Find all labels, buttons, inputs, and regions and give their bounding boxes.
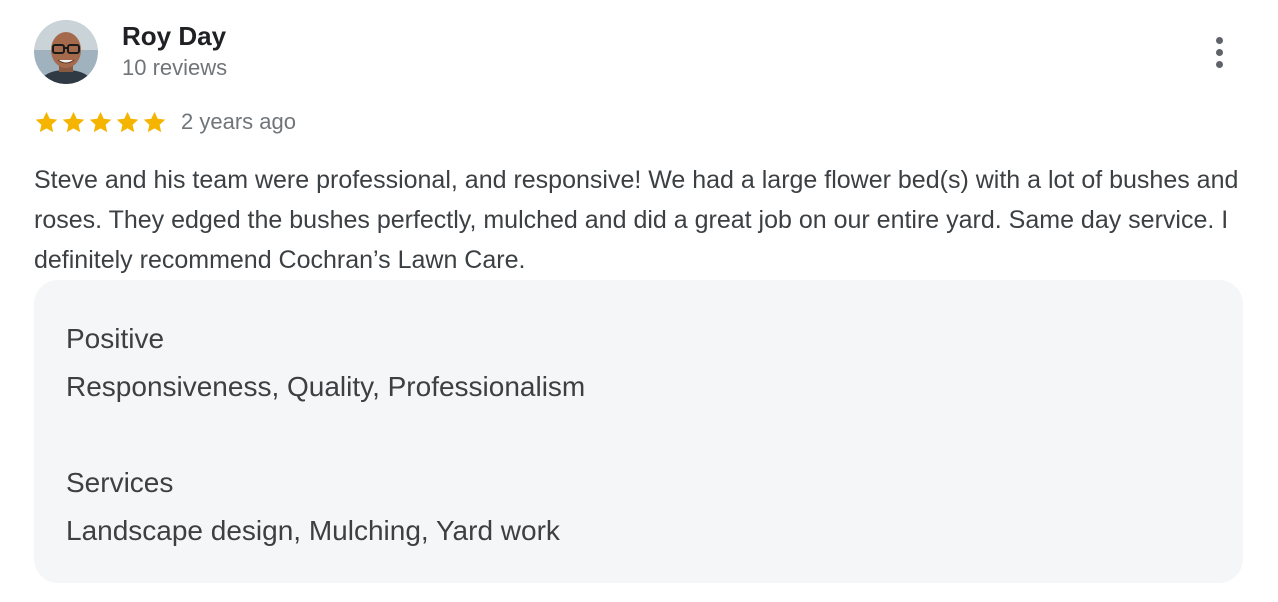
star-icon bbox=[116, 111, 139, 132]
more-options-button[interactable] bbox=[1200, 30, 1238, 74]
rating-row: 2 years ago bbox=[34, 106, 296, 138]
avatar[interactable] bbox=[34, 20, 98, 84]
author-name[interactable]: Roy Day bbox=[122, 20, 227, 52]
author-review-count: 10 reviews bbox=[122, 55, 228, 80]
avatar-image bbox=[34, 20, 98, 84]
more-vert-icon-dot bbox=[1215, 48, 1223, 56]
attribute-value: Responsiveness, Quality, Professionalism bbox=[66, 371, 586, 402]
star-icon bbox=[89, 111, 112, 132]
review-attributes: Positive Responsiveness, Quality, Profes… bbox=[34, 280, 1243, 583]
review-date: 2 years ago bbox=[181, 109, 296, 134]
attribute-label: Services bbox=[66, 467, 174, 498]
star-icon bbox=[143, 111, 166, 132]
star-icon bbox=[62, 111, 85, 132]
review-text: Steve and his team were professional, an… bbox=[34, 166, 1239, 274]
review-card: Roy Day 10 reviews 2 years ago Steve and… bbox=[0, 0, 1278, 602]
attribute-value: Landscape design, Mulching, Yard work bbox=[66, 515, 560, 546]
attribute-positive: Positive Responsiveness, Quality, Profes… bbox=[66, 315, 1211, 411]
more-vert-icon-dot bbox=[1215, 60, 1223, 68]
more-vert-icon bbox=[1215, 36, 1223, 44]
star-rating bbox=[34, 110, 167, 135]
attribute-label: Positive bbox=[66, 323, 165, 354]
attribute-services: Services Landscape design, Mulching, Yar… bbox=[66, 459, 1211, 555]
author-info: Roy Day 10 reviews bbox=[122, 20, 227, 83]
review-header: Roy Day 10 reviews bbox=[34, 20, 227, 84]
star-icon bbox=[35, 111, 58, 132]
